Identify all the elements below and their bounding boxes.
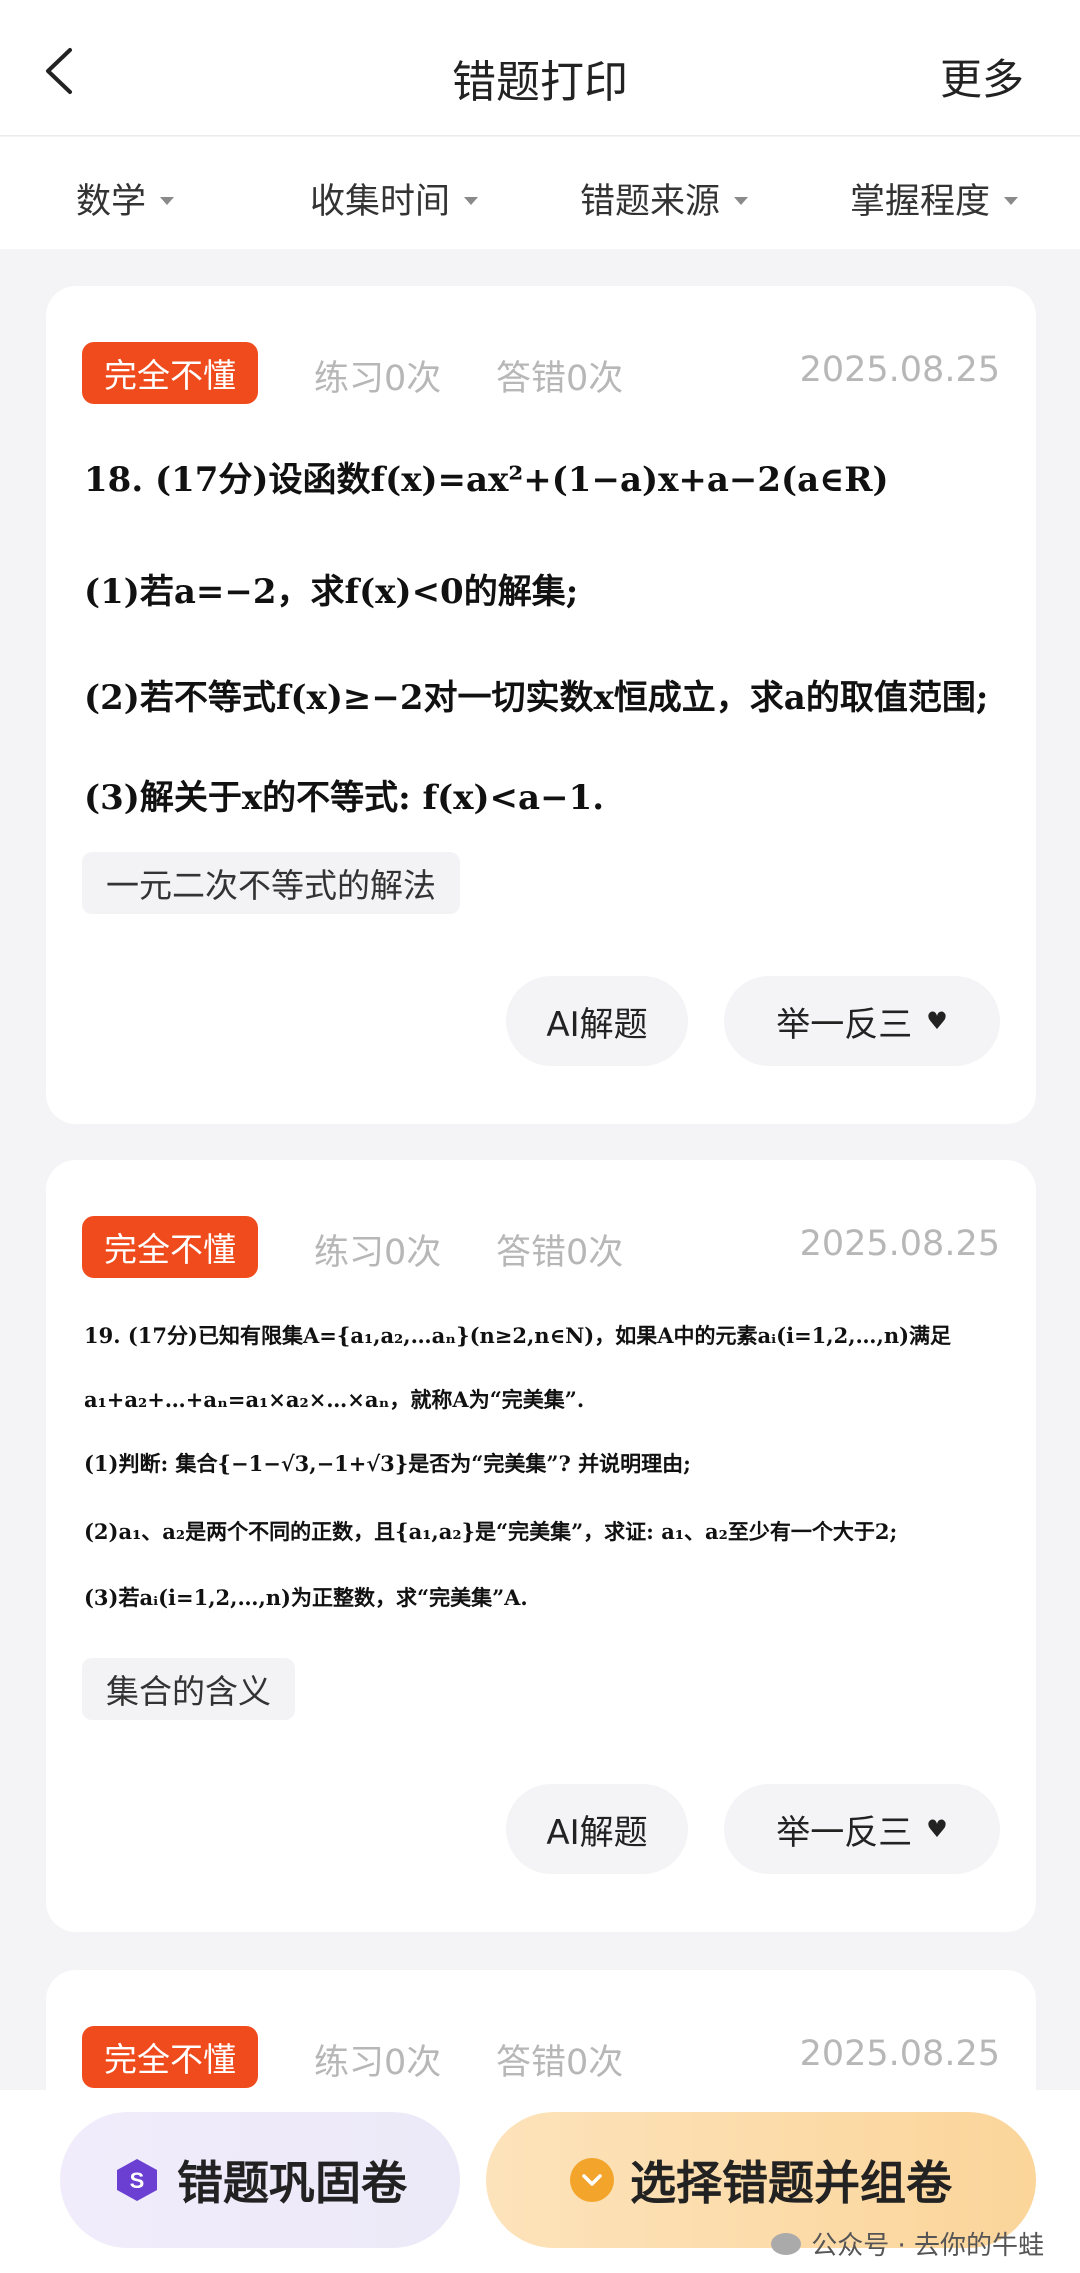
filter-label: 掌握程度 bbox=[850, 182, 991, 222]
svg-text:S: S bbox=[130, 2168, 145, 2193]
heart-icon: ♥ bbox=[926, 1007, 948, 1035]
more-button[interactable]: 更多 bbox=[940, 46, 1024, 107]
mastery-badge: 完全不懂 bbox=[82, 342, 258, 404]
watermark: 公众号 · 去你的牛蛙 bbox=[771, 2225, 1044, 2262]
gem-icon: S bbox=[113, 2156, 161, 2204]
mastery-badge: 完全不懂 bbox=[82, 2026, 258, 2088]
wrong-count: 答错0次 bbox=[496, 2043, 624, 2083]
filter-subject[interactable]: 数学 bbox=[76, 173, 175, 224]
similar-label: 举一反三 bbox=[776, 1812, 913, 1853]
wrong-count: 答错0次 bbox=[496, 359, 624, 399]
similar-questions-button[interactable]: 举一反三 ♥ bbox=[724, 976, 1000, 1066]
dropdown-arrow-icon bbox=[1004, 196, 1019, 205]
consolidate-paper-button[interactable]: S 错题巩固卷 bbox=[60, 2112, 460, 2248]
question-line: (1)判断: 集合{−1−√3,−1+√3}是否为“完美集”? 并说明理由; bbox=[84, 1451, 691, 1476]
filter-source[interactable]: 错题来源 bbox=[580, 173, 749, 224]
ai-solve-button[interactable]: AI解题 bbox=[506, 976, 688, 1066]
question-line: (3)若aᵢ(i=1,2,…,n)为正整数，求“完美集”A. bbox=[84, 1585, 528, 1610]
wechat-icon bbox=[771, 2232, 802, 2255]
chevron-down-icon bbox=[570, 2158, 614, 2202]
heart-icon: ♥ bbox=[926, 1815, 948, 1843]
question-line: (2)a₁、a₂是两个不同的正数，且{a₁,a₂}是“完美集”，求证: a₁、a… bbox=[84, 1519, 898, 1544]
practice-count: 练习0次 bbox=[314, 2043, 442, 2083]
mastery-badge: 完全不懂 bbox=[82, 1216, 258, 1278]
filter-mastery[interactable]: 掌握程度 bbox=[850, 173, 1019, 224]
collect-date: 2025.08.25 bbox=[799, 1224, 1000, 1264]
knowledge-tag[interactable]: 一元二次不等式的解法 bbox=[82, 852, 460, 914]
question-card[interactable]: 完全不懂 练习0次 答错0次 2025.08.25 18. (17分)设函数f(… bbox=[46, 286, 1036, 1124]
filter-collect-time[interactable]: 收集时间 bbox=[310, 173, 479, 224]
similar-label: 举一反三 bbox=[776, 1004, 913, 1045]
filter-label: 收集时间 bbox=[310, 182, 451, 222]
question-line: (3)解关于x的不等式: f(x)<a−1. bbox=[84, 778, 605, 818]
question-card[interactable]: 完全不懂 练习0次 答错0次 2025.08.25 19. (17分)已知有限集… bbox=[46, 1160, 1036, 1932]
practice-count: 练习0次 bbox=[314, 1233, 442, 1273]
question-line: (1)若a=−2，求f(x)<0的解集; bbox=[84, 572, 579, 612]
dropdown-arrow-icon bbox=[734, 196, 749, 205]
page-title: 错题打印 bbox=[452, 57, 628, 108]
dropdown-arrow-icon bbox=[464, 196, 479, 205]
question-line: a₁+a₂+…+aₙ=a₁×a₂×…×aₙ，就称A为“完美集”. bbox=[84, 1387, 585, 1412]
practice-count: 练习0次 bbox=[314, 359, 442, 399]
question-line: 19. (17分)已知有限集A={a₁,a₂,…aₙ}(n≥2,n∈N)，如果A… bbox=[84, 1323, 952, 1348]
similar-questions-button[interactable]: 举一反三 ♥ bbox=[724, 1784, 1000, 1874]
question-line: 18. (17分)设函数f(x)=ax²+(1−a)x+a−2(a∈R) bbox=[84, 460, 889, 500]
filter-bar: 数学 收集时间 错题来源 掌握程度 bbox=[0, 137, 1080, 249]
knowledge-tag[interactable]: 集合的含义 bbox=[82, 1658, 295, 1720]
collect-date: 2025.08.25 bbox=[799, 2034, 1000, 2074]
collect-date: 2025.08.25 bbox=[799, 350, 1000, 390]
ai-solve-button[interactable]: AI解题 bbox=[506, 1784, 688, 1874]
wrong-count: 答错0次 bbox=[496, 1233, 624, 1273]
question-line: (2)若不等式f(x)≥−2对一切实数x恒成立，求a的取值范围; bbox=[84, 678, 989, 718]
dropdown-arrow-icon bbox=[160, 196, 175, 205]
watermark-text: 公众号 · 去你的牛蛙 bbox=[811, 2231, 1044, 2261]
top-bar: 错题打印 更多 bbox=[0, 0, 1080, 136]
consolidate-label: 错题巩固卷 bbox=[177, 2156, 407, 2210]
filter-label: 错题来源 bbox=[580, 182, 721, 222]
select-label: 选择错题并组卷 bbox=[630, 2156, 952, 2210]
filter-label: 数学 bbox=[76, 182, 147, 222]
